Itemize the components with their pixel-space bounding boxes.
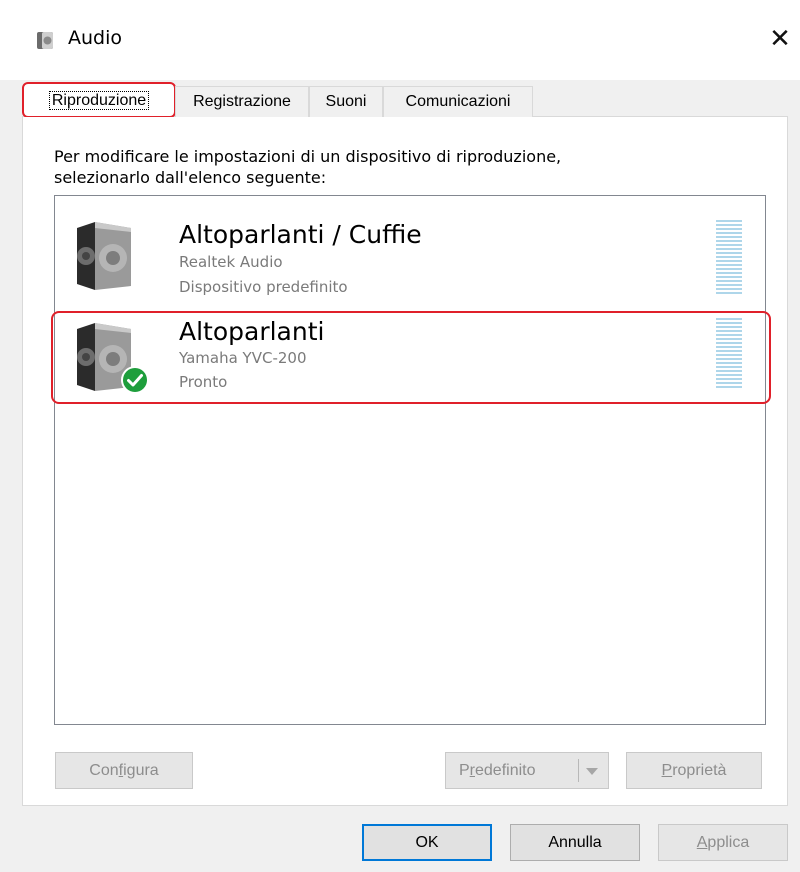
- button-label: igura: [123, 762, 159, 779]
- window-title: Audio: [68, 27, 123, 49]
- button-label: pplica: [707, 834, 750, 851]
- button-accesskey: A: [696, 834, 708, 851]
- tab-label: Comunicazioni: [405, 93, 511, 110]
- device-driver: Realtek Audio: [179, 253, 283, 271]
- button-label: roprietà: [672, 762, 727, 779]
- instructions-line: selezionarlo dall'elenco seguente:: [54, 168, 327, 187]
- device-name: Altoparlanti: [179, 317, 325, 346]
- cancel-button[interactable]: Annulla: [510, 824, 640, 861]
- button-label: edefinito: [475, 762, 536, 779]
- device-status: Dispositivo predefinito: [179, 278, 348, 296]
- button-accesskey: P: [661, 762, 673, 779]
- speaker-icon: [77, 222, 131, 290]
- title-bar: Audio ✕: [0, 0, 800, 80]
- properties-button[interactable]: Proprietà: [626, 752, 762, 789]
- apply-button[interactable]: Applica: [658, 824, 788, 861]
- instructions-text: Per modificare le impostazioni di un dis…: [54, 146, 754, 188]
- tab-riproduzione[interactable]: Riproduzione: [22, 82, 176, 118]
- green-check-icon: [121, 366, 149, 394]
- volume-meter: [716, 220, 742, 296]
- tab-suoni[interactable]: Suoni: [309, 86, 383, 117]
- tab-label: Suoni: [325, 93, 367, 110]
- button-label: P: [459, 762, 470, 779]
- instructions-line: Per modificare le impostazioni di un dis…: [54, 147, 562, 166]
- list-item-highlighted[interactable]: Altoparlanti Yamaha YVC-200 Pronto: [51, 311, 771, 404]
- tab-label: Registrazione: [193, 93, 291, 110]
- speaker-icon: [37, 32, 53, 49]
- set-default-button[interactable]: Predefinito: [445, 752, 609, 789]
- tab-label: Riproduzione: [48, 91, 150, 110]
- list-item[interactable]: Altoparlanti / Cuffie Realtek Audio Disp…: [55, 208, 765, 308]
- close-button[interactable]: ✕: [764, 24, 796, 56]
- tab-comunicazioni[interactable]: Comunicazioni: [383, 86, 533, 117]
- button-label: OK: [415, 834, 439, 851]
- close-icon: ✕: [769, 24, 791, 54]
- device-list[interactable]: Altoparlanti / Cuffie Realtek Audio Disp…: [51, 195, 771, 725]
- device-driver: Yamaha YVC-200: [179, 349, 307, 367]
- button-label: Con: [89, 762, 119, 779]
- chevron-down-icon[interactable]: [585, 767, 599, 776]
- ok-button[interactable]: OK: [362, 824, 492, 861]
- volume-meter: [716, 318, 742, 390]
- device-name: Altoparlanti / Cuffie: [179, 220, 422, 249]
- tab-registrazione[interactable]: Registrazione: [175, 86, 309, 117]
- device-status: Pronto: [179, 373, 228, 391]
- configure-button[interactable]: Configura: [55, 752, 193, 789]
- split-divider: [578, 759, 579, 782]
- button-label: Annulla: [548, 834, 602, 851]
